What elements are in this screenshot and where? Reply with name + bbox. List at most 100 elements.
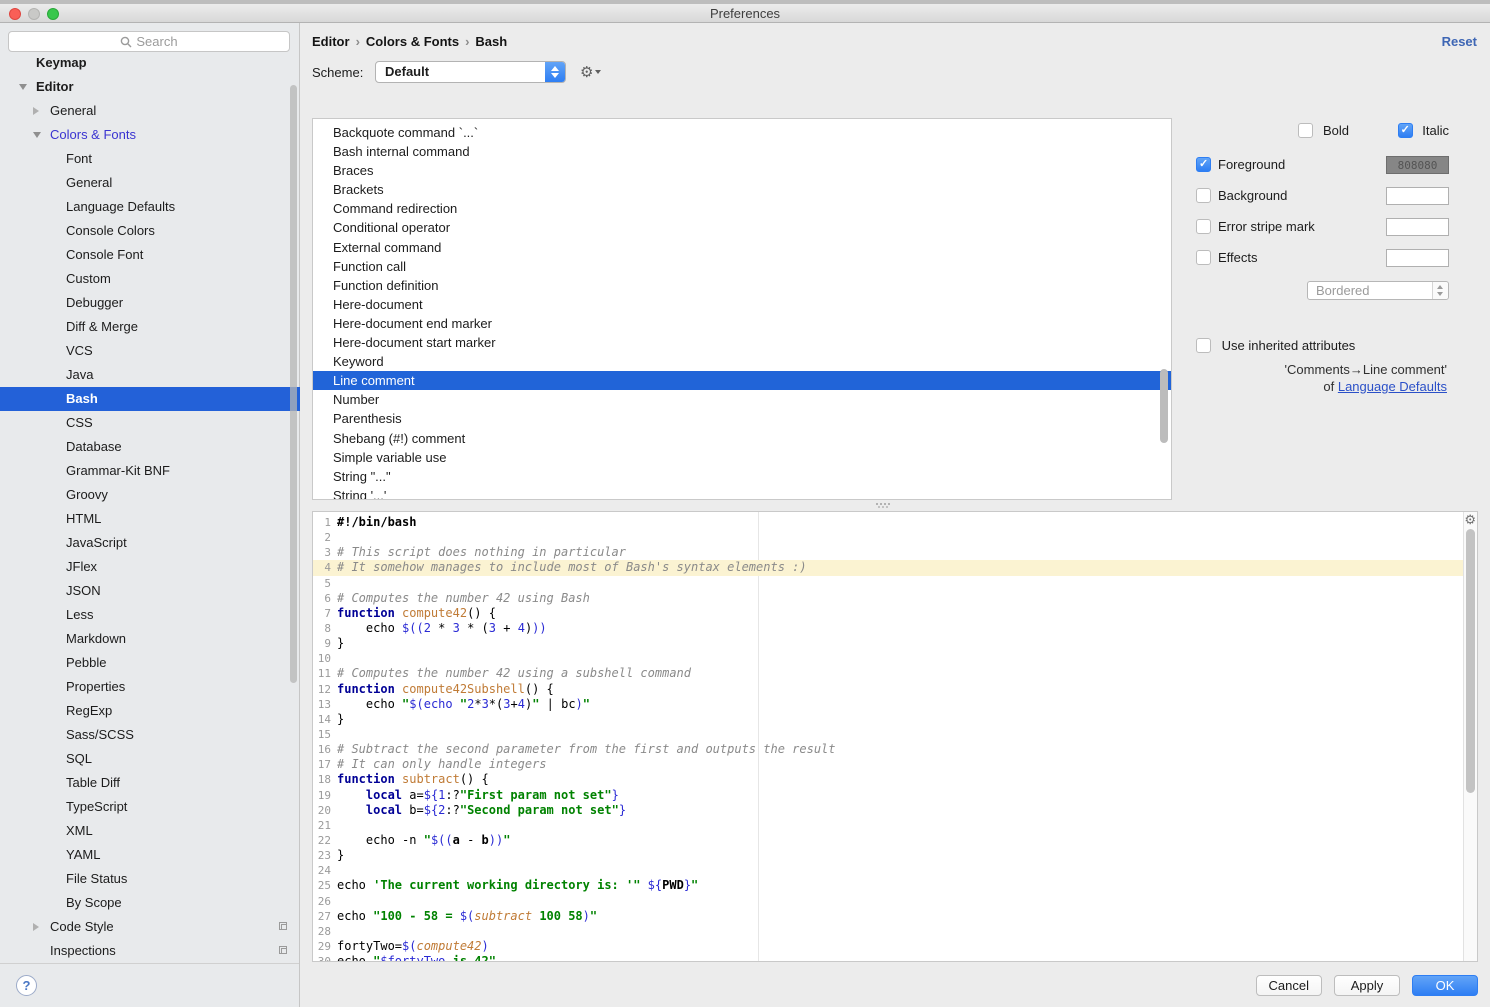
error-stripe-mark-color-swatch[interactable] xyxy=(1386,218,1449,236)
sidebar-item-general[interactable]: General xyxy=(0,171,300,195)
sidebar-item-yaml[interactable]: YAML xyxy=(0,843,300,867)
element-row-shebang-comment[interactable]: Shebang (#!) comment xyxy=(313,429,1171,448)
element-row-conditional-operator[interactable]: Conditional operator xyxy=(313,218,1171,237)
element-row-here-document[interactable]: Here-document xyxy=(313,295,1171,314)
line-number: 23 xyxy=(313,848,331,863)
element-row-line-comment[interactable]: Line comment xyxy=(313,371,1171,390)
breadcrumb-editor[interactable]: Editor xyxy=(312,34,350,49)
sidebar-item-typescript[interactable]: TypeScript xyxy=(0,795,300,819)
sidebar-item-vcs[interactable]: VCS xyxy=(0,339,300,363)
effects-style-dropdown[interactable]: Bordered xyxy=(1307,281,1449,300)
effects-checkbox[interactable] xyxy=(1196,250,1211,265)
italic-checkbox[interactable] xyxy=(1398,123,1413,138)
element-row-backquote-command[interactable]: Backquote command `...` xyxy=(313,123,1171,142)
element-row-simple-variable-use[interactable]: Simple variable use xyxy=(313,448,1171,467)
sidebar-item-console-font[interactable]: Console Font xyxy=(0,243,300,267)
stepper-icon[interactable] xyxy=(545,62,565,82)
sidebar-item-bash[interactable]: Bash xyxy=(0,387,300,411)
element-row-brackets[interactable]: Brackets xyxy=(313,180,1171,199)
help-button[interactable]: ? xyxy=(16,975,37,996)
sidebar-item-sass-scss[interactable]: Sass/SCSS xyxy=(0,723,300,747)
chevron-expanded-icon[interactable] xyxy=(19,84,27,90)
sidebar-item-diff-merge[interactable]: Diff & Merge xyxy=(0,315,300,339)
sidebar-item-colors-fonts[interactable]: Colors & Fonts xyxy=(0,123,300,147)
bold-checkbox[interactable] xyxy=(1298,123,1313,138)
italic-label: Italic xyxy=(1422,123,1449,138)
element-row-keyword[interactable]: Keyword xyxy=(313,352,1171,371)
sidebar-item-sql[interactable]: SQL xyxy=(0,747,300,771)
sidebar-item-font[interactable]: Font xyxy=(0,147,300,171)
sidebar-item-pebble[interactable]: Pebble xyxy=(0,651,300,675)
sidebar-item-editor[interactable]: Editor xyxy=(0,75,300,99)
error-stripe-mark-checkbox[interactable] xyxy=(1196,219,1211,234)
element-row-here-document-end-marker[interactable]: Here-document end marker xyxy=(313,314,1171,333)
sidebar-item-css[interactable]: CSS xyxy=(0,411,300,435)
sidebar-item-custom[interactable]: Custom xyxy=(0,267,300,291)
element-row-here-document-start-marker[interactable]: Here-document start marker xyxy=(313,333,1171,352)
background-checkbox[interactable] xyxy=(1196,188,1211,203)
reset-link[interactable]: Reset xyxy=(1442,34,1477,49)
element-row-parenthesis[interactable]: Parenthesis xyxy=(313,409,1171,428)
sidebar-item-jflex[interactable]: JFlex xyxy=(0,555,300,579)
element-row-bash-internal-command[interactable]: Bash internal command xyxy=(313,142,1171,161)
ok-button[interactable]: OK xyxy=(1412,975,1478,996)
element-row-external-command[interactable]: External command xyxy=(313,238,1171,257)
sidebar-item-database[interactable]: Database xyxy=(0,435,300,459)
sidebar-item-grammar-kit-bnf[interactable]: Grammar-Kit BNF xyxy=(0,459,300,483)
sidebar-item-label: Editor xyxy=(36,79,74,94)
preview-scrollbar-thumb[interactable] xyxy=(1466,529,1475,793)
sidebar-scrollbar-thumb[interactable] xyxy=(290,85,297,683)
cancel-button[interactable]: Cancel xyxy=(1256,975,1322,996)
sidebar-item-javascript[interactable]: JavaScript xyxy=(0,531,300,555)
chevron-collapsed-icon[interactable] xyxy=(33,107,39,115)
chevron-collapsed-icon[interactable] xyxy=(33,923,39,931)
breadcrumb-colors-fonts[interactable]: Colors & Fonts xyxy=(366,34,459,49)
sidebar-item-table-diff[interactable]: Table Diff xyxy=(0,771,300,795)
element-row-number[interactable]: Number xyxy=(313,390,1171,409)
sidebar-item-html[interactable]: HTML xyxy=(0,507,300,531)
scheme-gear-button[interactable] xyxy=(580,63,601,81)
background-color-swatch[interactable] xyxy=(1386,187,1449,205)
sidebar-item-json[interactable]: JSON xyxy=(0,579,300,603)
elements-scrollbar-thumb[interactable] xyxy=(1160,369,1168,443)
sidebar-item-console-colors[interactable]: Console Colors xyxy=(0,219,300,243)
sidebar-item-java[interactable]: Java xyxy=(0,363,300,387)
element-row-command-redirection[interactable]: Command redirection xyxy=(313,199,1171,218)
element-row-string[interactable]: String '...' xyxy=(313,486,1171,500)
sidebar-item-code-style[interactable]: Code Style xyxy=(0,915,300,939)
code-line-5: 5 xyxy=(313,576,1463,591)
titlebar[interactable]: Preferences xyxy=(0,4,1490,23)
element-row-string[interactable]: String "..." xyxy=(313,467,1171,486)
code-preview-pane[interactable]: 1#!/bin/bash23# This script does nothing… xyxy=(312,511,1478,962)
sidebar-item-regexp[interactable]: RegExp xyxy=(0,699,300,723)
effects-color-swatch[interactable] xyxy=(1386,249,1449,267)
preview-settings-gear-icon[interactable] xyxy=(1464,512,1476,528)
line-number: 7 xyxy=(313,606,331,621)
sidebar-item-xml[interactable]: XML xyxy=(0,819,300,843)
sidebar-item-less[interactable]: Less xyxy=(0,603,300,627)
scheme-dropdown[interactable]: Default xyxy=(375,61,566,83)
foreground-color-swatch[interactable]: 808080 xyxy=(1386,156,1449,174)
preview-scrollbar[interactable] xyxy=(1463,512,1477,961)
foreground-checkbox[interactable] xyxy=(1196,157,1211,172)
sidebar-item-file-status[interactable]: File Status xyxy=(0,867,300,891)
sidebar-item-groovy[interactable]: Groovy xyxy=(0,483,300,507)
use-inherited-checkbox[interactable] xyxy=(1196,338,1211,353)
sidebar-item-language-defaults[interactable]: Language Defaults xyxy=(0,195,300,219)
search-input[interactable]: Search xyxy=(8,31,290,52)
element-row-function-call[interactable]: Function call xyxy=(313,257,1171,276)
sidebar-item-general[interactable]: General xyxy=(0,99,300,123)
element-row-function-definition[interactable]: Function definition xyxy=(313,276,1171,295)
sidebar-item-properties[interactable]: Properties xyxy=(0,675,300,699)
sidebar-item-markdown[interactable]: Markdown xyxy=(0,627,300,651)
sidebar-item-by-scope[interactable]: By Scope xyxy=(0,891,300,915)
apply-button[interactable]: Apply xyxy=(1334,975,1400,996)
element-row-braces[interactable]: Braces xyxy=(313,161,1171,180)
code-line-20: 20 local b=${2:?"Second param not set"} xyxy=(313,803,1463,818)
splitter-handle[interactable] xyxy=(876,503,878,505)
sidebar-item-inspections[interactable]: Inspections xyxy=(0,939,300,963)
sidebar-item-keymap[interactable]: Keymap xyxy=(0,51,300,75)
language-defaults-link[interactable]: Language Defaults xyxy=(1338,379,1447,394)
chevron-expanded-icon[interactable] xyxy=(33,132,41,138)
sidebar-item-debugger[interactable]: Debugger xyxy=(0,291,300,315)
